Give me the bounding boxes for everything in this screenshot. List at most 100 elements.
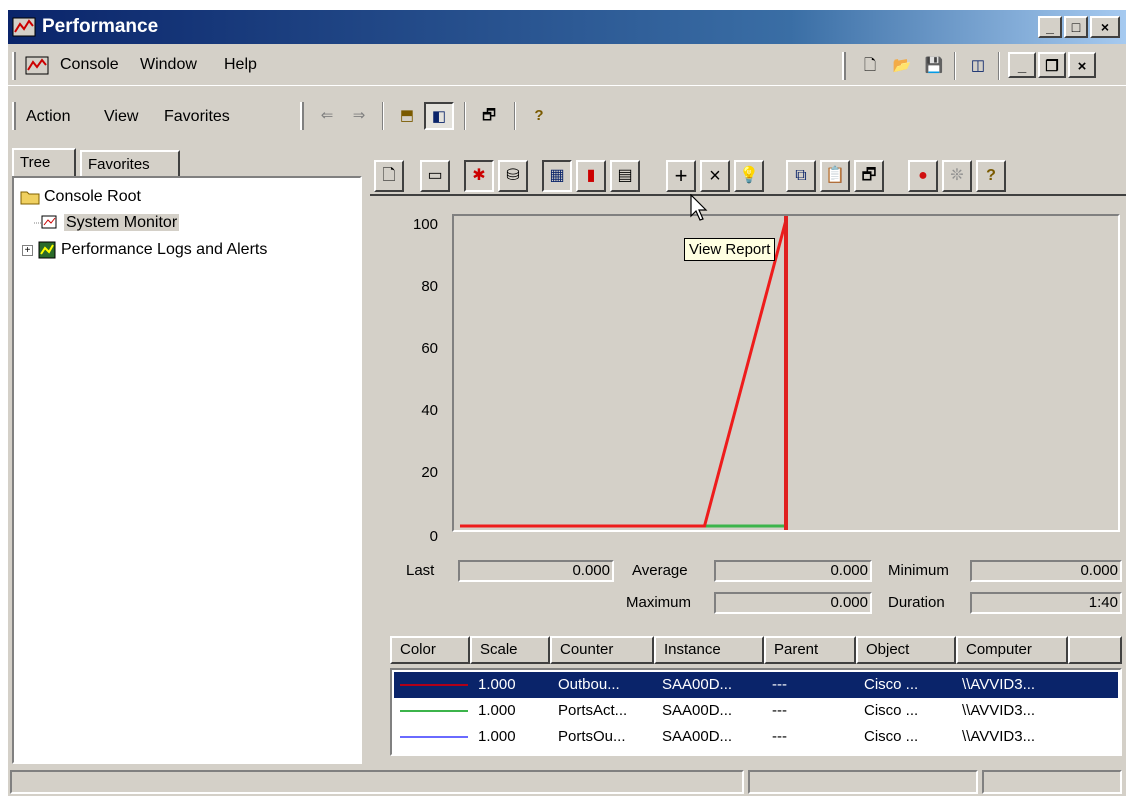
toolbar-separator bbox=[382, 102, 384, 130]
column-header-computer[interactable]: Computer bbox=[956, 636, 1068, 664]
counter-row[interactable]: 1.000 PortsAct... SAA00D... --- Cisco ..… bbox=[394, 698, 1118, 724]
counter-cell: Outbou... bbox=[558, 676, 620, 693]
view-current-activity-icon[interactable]: ✱ bbox=[464, 160, 494, 192]
counter-row[interactable]: 1.000 Outbou... SAA00D... --- Cisco ... … bbox=[394, 672, 1118, 698]
nav-grip[interactable] bbox=[300, 102, 304, 130]
y-tick-label: 40 bbox=[421, 402, 438, 419]
y-tick-label: 0 bbox=[429, 528, 438, 545]
highlight-icon[interactable]: 💡 bbox=[734, 160, 764, 192]
action-bar: Action View Favorites ⇐ ⇒ ⬒ ◧ 🗗 ? bbox=[8, 94, 1126, 138]
show-hide-tree-icon[interactable]: ◧ bbox=[424, 102, 454, 130]
tab-favorites[interactable]: Favorites bbox=[80, 150, 180, 178]
status-panel-secondary bbox=[748, 770, 978, 794]
minimize-button[interactable]: _ bbox=[1038, 16, 1062, 38]
menu-help[interactable]: Help bbox=[224, 56, 257, 74]
menubar-grip[interactable] bbox=[12, 52, 16, 80]
average-label: Average bbox=[632, 562, 688, 579]
toolbar-separator bbox=[954, 52, 956, 80]
scale-cell: 1.000 bbox=[478, 676, 516, 693]
child-close-button[interactable]: × bbox=[1068, 52, 1096, 78]
performance-window: Performance _ □ × Console Window Help 🗋 … bbox=[8, 10, 1126, 796]
system-monitor-toolbar: 🗋 ▭ ✱ ⛁ ▦ ▮ ▤ + × 💡 ⧉ 📋 🗗 ● ❊ ? bbox=[370, 156, 1126, 196]
parent-cell: --- bbox=[772, 702, 787, 719]
column-header-color[interactable]: Color bbox=[390, 636, 470, 664]
title-bar[interactable]: Performance _ □ × bbox=[8, 10, 1126, 44]
y-tick-label: 60 bbox=[421, 340, 438, 357]
save-icon[interactable]: 💾 bbox=[920, 52, 948, 80]
maximum-label: Maximum bbox=[626, 594, 692, 611]
counter-cell: PortsAct... bbox=[558, 702, 628, 719]
status-panel-main bbox=[10, 770, 744, 794]
average-value: 0.000 bbox=[714, 560, 872, 582]
help-icon[interactable]: ? bbox=[976, 160, 1006, 192]
chart-plot-area bbox=[460, 216, 788, 530]
forward-arrow-icon[interactable]: ⇒ bbox=[344, 102, 374, 130]
copy-properties-icon[interactable]: ⧉ bbox=[786, 160, 816, 192]
properties-icon[interactable]: 🗗 bbox=[854, 160, 884, 192]
counter-row[interactable]: 1.000 PortsOu... SAA00D... --- Cisco ...… bbox=[394, 724, 1118, 750]
expand-plus-icon[interactable]: + bbox=[22, 244, 33, 256]
paste-counter-list-icon[interactable]: 📋 bbox=[820, 160, 850, 192]
folder-icon bbox=[20, 191, 40, 205]
view-report-tooltip: View Report bbox=[684, 238, 776, 261]
column-header-instance[interactable]: Instance bbox=[654, 636, 764, 664]
view-report-icon[interactable]: ▤ bbox=[610, 160, 640, 192]
tree-item-system-monitor[interactable]: System Monitor bbox=[34, 214, 180, 232]
scale-cell: 1.000 bbox=[478, 728, 516, 745]
scale-cell: 1.000 bbox=[478, 702, 516, 719]
counter-cell: PortsOu... bbox=[558, 728, 626, 745]
add-counter-icon[interactable]: + bbox=[666, 160, 696, 192]
performance-logs-icon bbox=[38, 241, 56, 259]
new-counter-set-icon[interactable]: 🗋 bbox=[374, 160, 404, 192]
performance-chart[interactable] bbox=[452, 214, 1120, 532]
child-minimize-button[interactable]: _ bbox=[1008, 52, 1036, 78]
tree-item-console-root[interactable]: Console Root bbox=[20, 188, 141, 206]
tree-item-label: System Monitor bbox=[64, 214, 180, 232]
view-log-data-icon[interactable]: ⛁ bbox=[498, 160, 528, 192]
color-swatch bbox=[400, 736, 468, 738]
menu-favorites[interactable]: Favorites bbox=[164, 108, 230, 126]
last-label: Last bbox=[406, 562, 435, 579]
column-header-counter[interactable]: Counter bbox=[550, 636, 654, 664]
help-icon[interactable]: ? bbox=[524, 102, 554, 130]
menu-console[interactable]: Console bbox=[60, 56, 119, 74]
menu-view[interactable]: View bbox=[104, 108, 138, 126]
y-tick-label: 20 bbox=[421, 464, 438, 481]
maximize-button[interactable]: □ bbox=[1064, 16, 1088, 38]
last-value: 0.000 bbox=[458, 560, 614, 582]
close-button[interactable]: × bbox=[1090, 16, 1120, 38]
actionbar-grip[interactable] bbox=[12, 102, 16, 130]
update-data-icon[interactable]: ❊ bbox=[942, 160, 972, 192]
series-line bbox=[460, 219, 788, 528]
column-header-blank bbox=[1068, 636, 1122, 664]
column-header-object[interactable]: Object bbox=[856, 636, 956, 664]
instance-cell: SAA00D... bbox=[662, 728, 733, 745]
parent-cell: --- bbox=[772, 728, 787, 745]
column-header-parent[interactable]: Parent bbox=[764, 636, 856, 664]
tree-item-performance-logs[interactable]: + Performance Logs and Alerts bbox=[22, 240, 267, 260]
view-histogram-icon[interactable]: ▮ bbox=[576, 160, 606, 192]
delete-counter-icon[interactable]: × bbox=[700, 160, 730, 192]
computer-cell: \\AVVID3... bbox=[962, 728, 1036, 745]
toolbar-grip[interactable] bbox=[842, 52, 846, 80]
parent-cell: --- bbox=[772, 676, 787, 693]
maximum-value: 0.000 bbox=[714, 592, 872, 614]
menu-action[interactable]: Action bbox=[26, 108, 70, 126]
menu-window[interactable]: Window bbox=[140, 56, 197, 74]
up-one-level-icon[interactable]: ⬒ bbox=[392, 102, 422, 130]
freeze-display-icon[interactable]: ● bbox=[908, 160, 938, 192]
tab-tree[interactable]: Tree bbox=[12, 148, 76, 178]
properties-icon[interactable]: 🗗 bbox=[474, 102, 504, 130]
back-arrow-icon[interactable]: ⇐ bbox=[312, 102, 342, 130]
child-restore-button[interactable]: ❐ bbox=[1038, 52, 1066, 78]
new-console-icon[interactable]: 🗋 bbox=[856, 52, 884, 80]
open-folder-icon[interactable]: 📂 bbox=[888, 52, 916, 80]
view-graph-icon[interactable]: ▦ bbox=[542, 160, 572, 192]
new-window-icon[interactable]: ◫ bbox=[964, 52, 992, 80]
clear-display-icon[interactable]: ▭ bbox=[420, 160, 450, 192]
status-bar bbox=[8, 768, 1126, 796]
color-swatch bbox=[400, 684, 468, 686]
performance-app-icon bbox=[12, 17, 36, 37]
computer-cell: \\AVVID3... bbox=[962, 676, 1036, 693]
column-header-scale[interactable]: Scale bbox=[470, 636, 550, 664]
